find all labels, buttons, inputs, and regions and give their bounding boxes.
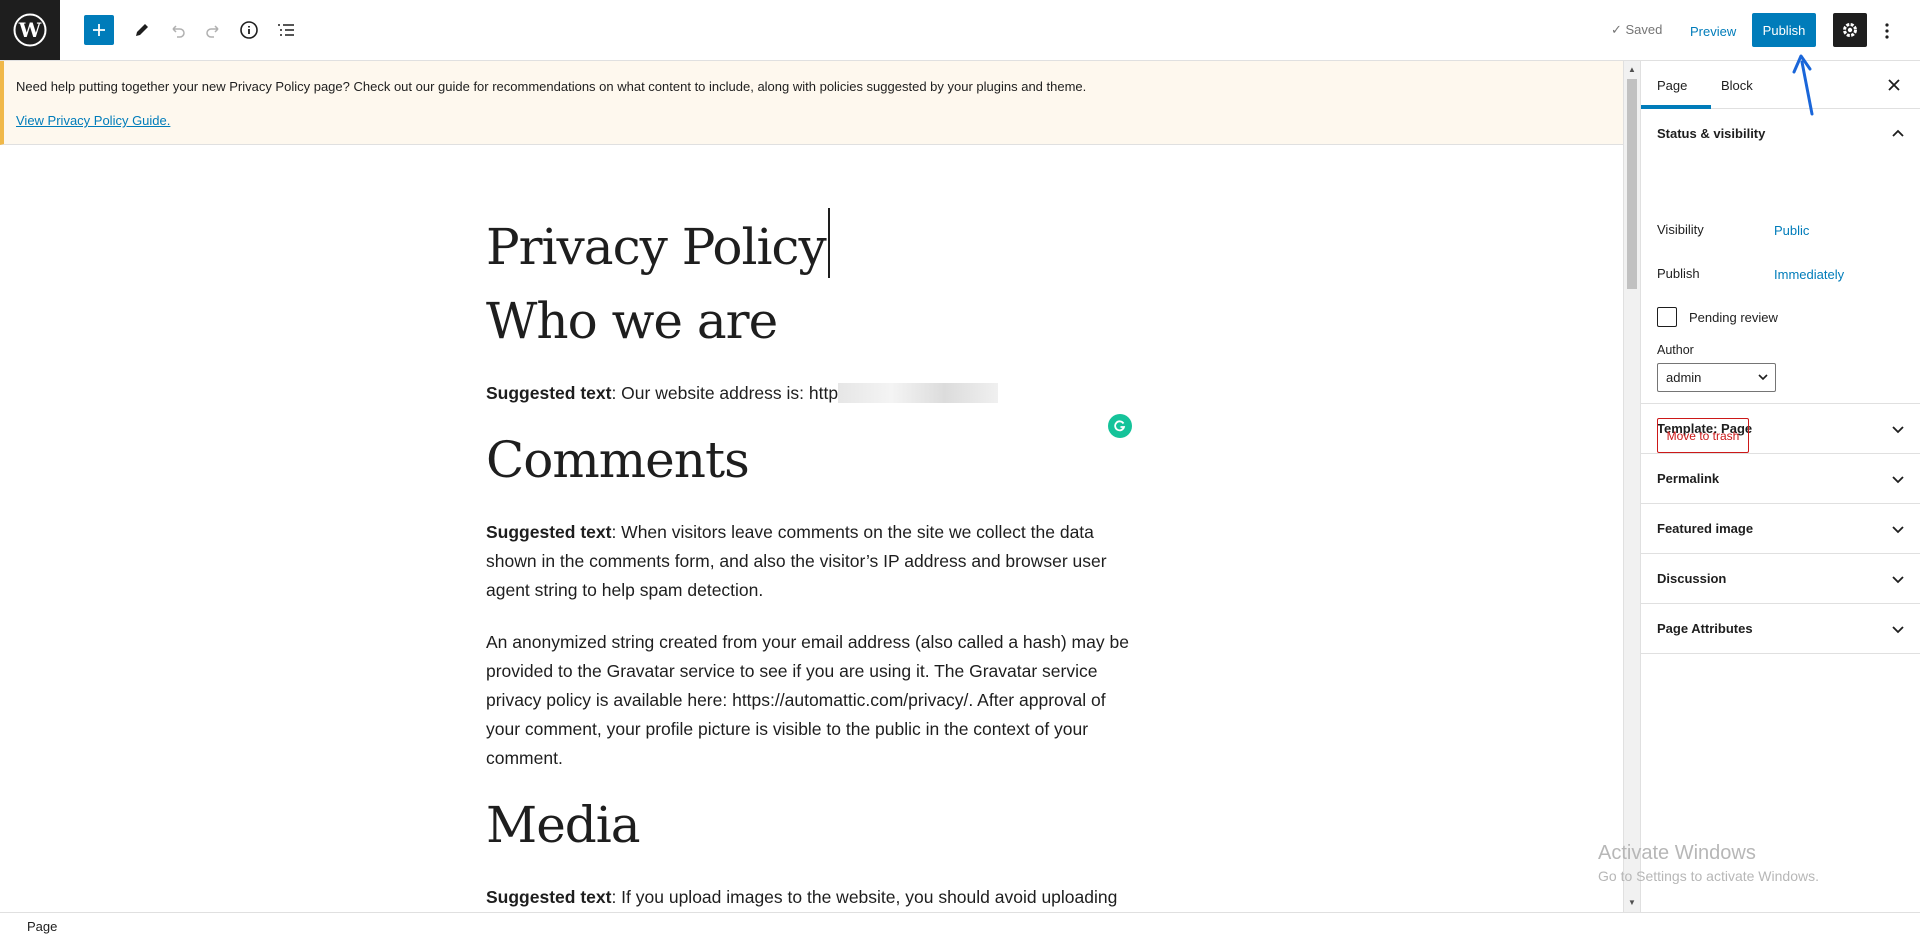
heading-block[interactable]: Who we are [486,292,778,350]
author-value: admin [1666,370,1702,385]
visibility-label: Visibility [1657,222,1704,237]
grammarly-icon [1114,420,1126,432]
paragraph-block[interactable]: Suggested text: If you upload images to … [486,883,1136,912]
bold-label: Suggested text [486,383,612,403]
settings-sidebar: Page Block Status & visibility Visibilit… [1640,61,1920,912]
settings-button[interactable] [1833,13,1867,47]
bold-label: Suggested text [486,522,612,542]
gear-icon [1843,23,1857,37]
editor-canvas: Privacy Policy Who we are Suggested text… [0,146,1623,912]
panel-title: Permalink [1657,471,1720,486]
options-button[interactable] [1875,14,1899,48]
heading-block[interactable]: Media [486,796,641,854]
chevron-down-icon [1892,476,1904,484]
undo-button[interactable] [163,15,193,45]
panel-title: Page Attributes [1657,621,1753,636]
list-view-button[interactable] [271,15,301,45]
grammarly-button[interactable] [1108,414,1132,438]
paragraph-block[interactable]: Suggested text: When visitors leave comm… [486,518,1136,605]
heading-block[interactable]: Comments [486,431,750,489]
publish-label: Publish [1657,266,1700,281]
status-visibility-panel: Status & visibility Visibility Public Pu… [1641,109,1920,404]
redo-button[interactable] [198,15,228,45]
saved-indicator: ✓ Saved [1611,22,1662,38]
publish-button[interactable]: Publish [1752,13,1816,47]
page-attributes-panel-toggle[interactable]: Page Attributes [1641,604,1920,654]
post-title[interactable]: Privacy Policy [486,208,830,278]
chevron-down-icon [1892,526,1904,534]
tab-page[interactable]: Page [1640,61,1712,109]
text-caret [827,208,830,278]
pencil-icon [136,24,148,36]
tools-button[interactable] [127,15,157,45]
paragraph-block[interactable]: An anonymized string created from your e… [486,628,1136,773]
privacy-policy-notice: Need help putting together your new Priv… [0,61,1623,145]
svg-text:W: W [18,18,42,42]
annotation-arrow-icon [1792,54,1814,116]
close-sidebar-button[interactable] [1884,75,1904,95]
chevron-down-icon [1892,426,1904,434]
featured-image-panel-toggle[interactable]: Featured image [1641,504,1920,554]
tab-block[interactable]: Block [1721,61,1753,109]
plus-icon [93,24,105,36]
activate-windows-title: Activate Windows [1598,842,1756,864]
paragraph-text: : Our website address is: http [611,383,839,403]
wordpress-icon: W [13,13,47,47]
chevron-down-icon [1892,576,1904,584]
scroll-down-arrow-icon[interactable]: ▼ [1627,898,1637,908]
author-label: Author [1657,343,1694,357]
visibility-toggle[interactable]: Public [1774,223,1809,238]
chevron-down-icon [1758,374,1768,381]
paragraph-block[interactable]: Suggested text: Our website address is: … [486,379,1136,408]
panel-title: Status & visibility [1657,126,1766,141]
block-breadcrumb[interactable]: Page [27,919,57,934]
pending-review-label[interactable]: Pending review [1689,310,1778,325]
preview-button[interactable]: Preview [1680,14,1746,48]
notice-text: Need help putting together your new Priv… [16,79,1087,94]
sidebar-tabs: Page Block [1640,61,1920,109]
add-block-button[interactable] [84,15,114,45]
panel-title: Discussion [1657,571,1727,586]
privacy-guide-link[interactable]: View Privacy Policy Guide. [16,113,170,128]
publish-date-toggle[interactable]: Immediately [1774,267,1844,282]
more-vertical-icon [1885,23,1889,39]
permalink-panel-toggle[interactable]: Permalink [1641,454,1920,504]
scroll-up-arrow-icon[interactable]: ▲ [1627,65,1637,75]
close-icon [1888,79,1900,91]
discussion-panel-toggle[interactable]: Discussion [1641,554,1920,604]
list-view-icon [278,24,294,36]
scrollbar-thumb[interactable] [1627,79,1637,289]
undo-icon [172,25,185,38]
editor-footer: Page [0,912,1920,937]
chevron-down-icon [1892,626,1904,634]
panel-title: Featured image [1657,521,1754,536]
redo-icon [206,25,219,38]
check-icon: ✓ [1611,22,1626,37]
paragraph-text: : If you upload images to the website, y… [611,887,1118,907]
redacted-url [838,383,999,403]
bold-label: Suggested text [486,887,612,907]
chevron-up-icon [1892,129,1904,137]
author-select[interactable]: admin [1657,363,1776,392]
info-icon [240,21,258,39]
status-visibility-toggle[interactable]: Status & visibility [1641,109,1920,159]
move-to-trash-button[interactable]: Move to trash [1657,418,1749,453]
post-title-text: Privacy Policy [486,218,827,276]
wordpress-logo-button[interactable]: W [0,0,60,60]
saved-label: Saved [1625,22,1663,37]
editor-scrollbar[interactable]: ▲ ▼ [1623,61,1640,912]
activate-windows-subtitle: Go to Settings to activate Windows. [1598,868,1819,884]
pending-review-checkbox[interactable] [1657,307,1677,327]
editor-header: W ✓ Saved Preview Publish [0,0,1920,61]
details-button[interactable] [234,15,264,45]
